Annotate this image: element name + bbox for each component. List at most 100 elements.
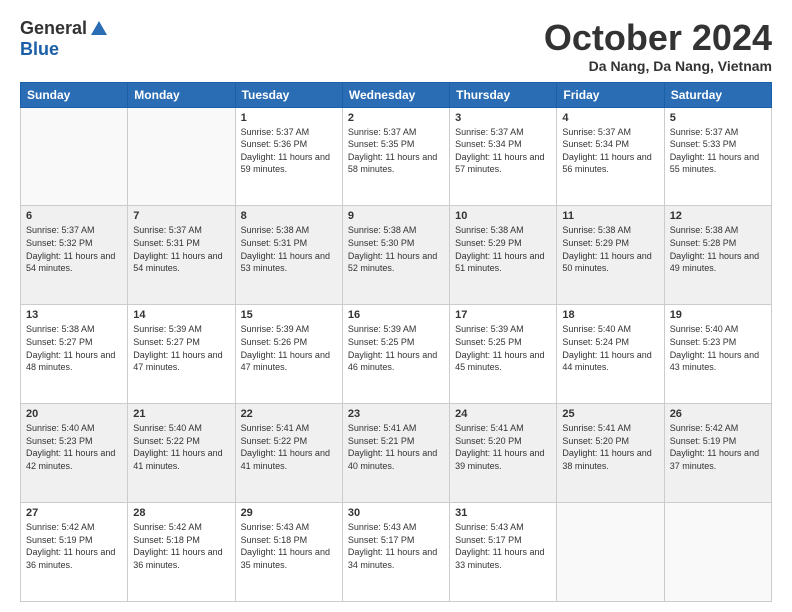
- day-info: Sunrise: 5:38 AMSunset: 5:27 PMDaylight:…: [26, 323, 122, 373]
- day-info: Sunrise: 5:41 AMSunset: 5:21 PMDaylight:…: [348, 422, 444, 472]
- day-number: 5: [670, 112, 766, 124]
- day-info: Sunrise: 5:42 AMSunset: 5:19 PMDaylight:…: [670, 422, 766, 472]
- calendar-cell: 20 Sunrise: 5:40 AMSunset: 5:23 PMDayligh…: [21, 404, 128, 503]
- day-info: Sunrise: 5:39 AMSunset: 5:26 PMDaylight:…: [241, 323, 337, 373]
- day-number: 27: [26, 507, 122, 519]
- page: General Blue October 2024 Da Nang, Da Na…: [0, 0, 792, 612]
- day-number: 28: [133, 507, 229, 519]
- day-number: 21: [133, 408, 229, 420]
- day-info: Sunrise: 5:37 AMSunset: 5:32 PMDaylight:…: [26, 224, 122, 274]
- calendar-cell: 6 Sunrise: 5:37 AMSunset: 5:32 PMDaylight…: [21, 206, 128, 305]
- header-right: October 2024 Da Nang, Da Nang, Vietnam: [544, 18, 772, 74]
- day-number: 9: [348, 210, 444, 222]
- day-number: 15: [241, 309, 337, 321]
- calendar-cell: [128, 107, 235, 206]
- day-info: Sunrise: 5:40 AMSunset: 5:22 PMDaylight:…: [133, 422, 229, 472]
- day-info: Sunrise: 5:38 AMSunset: 5:31 PMDaylight:…: [241, 224, 337, 274]
- calendar-cell: 16 Sunrise: 5:39 AMSunset: 5:25 PMDayligh…: [342, 305, 449, 404]
- day-number: 16: [348, 309, 444, 321]
- calendar-cell: 21 Sunrise: 5:40 AMSunset: 5:22 PMDayligh…: [128, 404, 235, 503]
- day-number: 8: [241, 210, 337, 222]
- day-number: 1: [241, 112, 337, 124]
- day-number: 10: [455, 210, 551, 222]
- dow-header-saturday: Saturday: [664, 82, 771, 107]
- week-row-3: 13 Sunrise: 5:38 AMSunset: 5:27 PMDayligh…: [21, 305, 772, 404]
- calendar-cell: 15 Sunrise: 5:39 AMSunset: 5:26 PMDayligh…: [235, 305, 342, 404]
- day-info: Sunrise: 5:38 AMSunset: 5:29 PMDaylight:…: [455, 224, 551, 274]
- day-number: 7: [133, 210, 229, 222]
- calendar-cell: 23 Sunrise: 5:41 AMSunset: 5:21 PMDayligh…: [342, 404, 449, 503]
- day-number: 26: [670, 408, 766, 420]
- calendar-cell: 17Sunrise: 5:39 AMSunset: 5:25 PMDayligh…: [450, 305, 557, 404]
- day-number: 24: [455, 408, 551, 420]
- day-info: Sunrise: 5:38 AMSunset: 5:29 PMDaylight:…: [562, 224, 658, 274]
- day-number: 23: [348, 408, 444, 420]
- calendar-cell: 19 Sunrise: 5:40 AMSunset: 5:23 PMDayligh…: [664, 305, 771, 404]
- day-info: Sunrise: 5:40 AMSunset: 5:23 PMDaylight:…: [670, 323, 766, 373]
- day-info: Sunrise: 5:39 AMSunset: 5:25 PMDaylight:…: [455, 323, 551, 373]
- calendar-cell: 4 Sunrise: 5:37 AMSunset: 5:34 PMDaylight…: [557, 107, 664, 206]
- day-number: 25: [562, 408, 658, 420]
- day-number: 6: [26, 210, 122, 222]
- location: Da Nang, Da Nang, Vietnam: [544, 58, 772, 74]
- calendar-cell: 9 Sunrise: 5:38 AMSunset: 5:30 PMDaylight…: [342, 206, 449, 305]
- day-info: Sunrise: 5:37 AMSunset: 5:31 PMDaylight:…: [133, 224, 229, 274]
- header: General Blue October 2024 Da Nang, Da Na…: [20, 18, 772, 74]
- calendar-cell: 31Sunrise: 5:43 AMSunset: 5:17 PMDayligh…: [450, 503, 557, 602]
- calendar-cell: 27Sunrise: 5:42 AMSunset: 5:19 PMDayligh…: [21, 503, 128, 602]
- week-row-4: 20 Sunrise: 5:40 AMSunset: 5:23 PMDayligh…: [21, 404, 772, 503]
- day-info: Sunrise: 5:39 AMSunset: 5:25 PMDaylight:…: [348, 323, 444, 373]
- day-number: 19: [670, 309, 766, 321]
- dow-header-monday: Monday: [128, 82, 235, 107]
- calendar-cell: 22 Sunrise: 5:41 AMSunset: 5:22 PMDayligh…: [235, 404, 342, 503]
- day-number: 22: [241, 408, 337, 420]
- calendar-cell: 25 Sunrise: 5:41 AMSunset: 5:20 PMDayligh…: [557, 404, 664, 503]
- calendar-cell: 18 Sunrise: 5:40 AMSunset: 5:24 PMDayligh…: [557, 305, 664, 404]
- day-info: Sunrise: 5:38 AMSunset: 5:30 PMDaylight:…: [348, 224, 444, 274]
- calendar-cell: 1 Sunrise: 5:37 AMSunset: 5:36 PMDaylight…: [235, 107, 342, 206]
- day-info: Sunrise: 5:41 AMSunset: 5:22 PMDaylight:…: [241, 422, 337, 472]
- logo: General Blue: [20, 18, 109, 60]
- day-of-week-row: SundayMondayTuesdayWednesdayThursdayFrid…: [21, 82, 772, 107]
- day-info: Sunrise: 5:43 AMSunset: 5:17 PMDaylight:…: [348, 521, 444, 571]
- calendar-cell: 30 Sunrise: 5:43 AMSunset: 5:17 PMDayligh…: [342, 503, 449, 602]
- calendar: SundayMondayTuesdayWednesdayThursdayFrid…: [20, 82, 772, 602]
- calendar-cell: [664, 503, 771, 602]
- day-number: 30: [348, 507, 444, 519]
- calendar-cell: 24Sunrise: 5:41 AMSunset: 5:20 PMDayligh…: [450, 404, 557, 503]
- calendar-cell: [557, 503, 664, 602]
- day-info: Sunrise: 5:41 AMSunset: 5:20 PMDaylight:…: [562, 422, 658, 472]
- day-number: 11: [562, 210, 658, 222]
- month-title: October 2024: [544, 18, 772, 58]
- day-info: Sunrise: 5:40 AMSunset: 5:24 PMDaylight:…: [562, 323, 658, 373]
- day-number: 2: [348, 112, 444, 124]
- week-row-2: 6 Sunrise: 5:37 AMSunset: 5:32 PMDaylight…: [21, 206, 772, 305]
- day-number: 29: [241, 507, 337, 519]
- day-info: Sunrise: 5:37 AMSunset: 5:36 PMDaylight:…: [241, 126, 337, 176]
- calendar-cell: [21, 107, 128, 206]
- calendar-cell: 3Sunrise: 5:37 AMSunset: 5:34 PMDaylight…: [450, 107, 557, 206]
- calendar-body: 1 Sunrise: 5:37 AMSunset: 5:36 PMDaylight…: [21, 107, 772, 601]
- day-number: 20: [26, 408, 122, 420]
- day-number: 18: [562, 309, 658, 321]
- week-row-5: 27Sunrise: 5:42 AMSunset: 5:19 PMDayligh…: [21, 503, 772, 602]
- day-number: 14: [133, 309, 229, 321]
- calendar-cell: 14Sunrise: 5:39 AMSunset: 5:27 PMDayligh…: [128, 305, 235, 404]
- day-info: Sunrise: 5:37 AMSunset: 5:33 PMDaylight:…: [670, 126, 766, 176]
- day-number: 4: [562, 112, 658, 124]
- calendar-cell: 5 Sunrise: 5:37 AMSunset: 5:33 PMDaylight…: [664, 107, 771, 206]
- day-info: Sunrise: 5:37 AMSunset: 5:34 PMDaylight:…: [562, 126, 658, 176]
- calendar-cell: 7 Sunrise: 5:37 AMSunset: 5:31 PMDaylight…: [128, 206, 235, 305]
- calendar-cell: 11 Sunrise: 5:38 AMSunset: 5:29 PMDayligh…: [557, 206, 664, 305]
- dow-header-tuesday: Tuesday: [235, 82, 342, 107]
- dow-header-wednesday: Wednesday: [342, 82, 449, 107]
- day-number: 31: [455, 507, 551, 519]
- week-row-1: 1 Sunrise: 5:37 AMSunset: 5:36 PMDaylight…: [21, 107, 772, 206]
- day-info: Sunrise: 5:37 AMSunset: 5:35 PMDaylight:…: [348, 126, 444, 176]
- day-info: Sunrise: 5:37 AMSunset: 5:34 PMDaylight:…: [455, 126, 551, 176]
- logo-blue-text: Blue: [20, 39, 59, 60]
- calendar-cell: 10 Sunrise: 5:38 AMSunset: 5:29 PMDayligh…: [450, 206, 557, 305]
- calendar-cell: 29Sunrise: 5:43 AMSunset: 5:18 PMDayligh…: [235, 503, 342, 602]
- day-number: 13: [26, 309, 122, 321]
- day-info: Sunrise: 5:40 AMSunset: 5:23 PMDaylight:…: [26, 422, 122, 472]
